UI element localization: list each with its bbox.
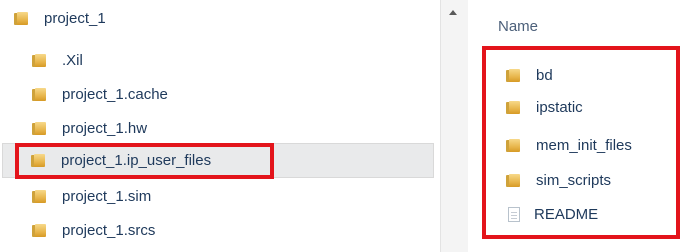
navigation-tree-pane: project_1 .Xil project_1.cache project_1… [0,0,440,252]
folder-icon [32,121,46,135]
tree-item-project-1-hw[interactable]: project_1.hw [32,114,147,142]
file-list-pane: Name bd ipstatic mem_init_files sim_scri… [470,0,692,252]
scroll-up-arrow-icon[interactable] [449,10,457,15]
tree-item-label: project_1.sim [62,187,152,205]
tree-item-label: project_1.cache [62,85,168,103]
tree-item-xil[interactable]: .Xil [32,46,83,74]
tree-item-label: project_1.srcs [62,221,156,239]
folder-icon [32,223,46,237]
folder-icon [32,189,46,203]
tree-item-label: project_1.hw [62,119,148,137]
folder-icon [32,53,46,67]
tree-item-label: .Xil [62,51,83,69]
vertical-scrollbar[interactable] [440,0,468,252]
highlight-box-tree [15,143,274,179]
highlight-box-file-list [482,46,680,239]
tree-item-project-1-cache[interactable]: project_1.cache [32,80,168,108]
tree-item-project-1-srcs[interactable]: project_1.srcs [32,216,155,244]
tree-item-project-1-sim[interactable]: project_1.sim [32,182,151,210]
folder-icon [14,11,28,25]
tree-item-project-1[interactable]: project_1 [14,4,106,32]
name-column-header[interactable]: Name [498,18,538,35]
tree-item-label: project_1 [44,9,106,27]
folder-icon [32,87,46,101]
